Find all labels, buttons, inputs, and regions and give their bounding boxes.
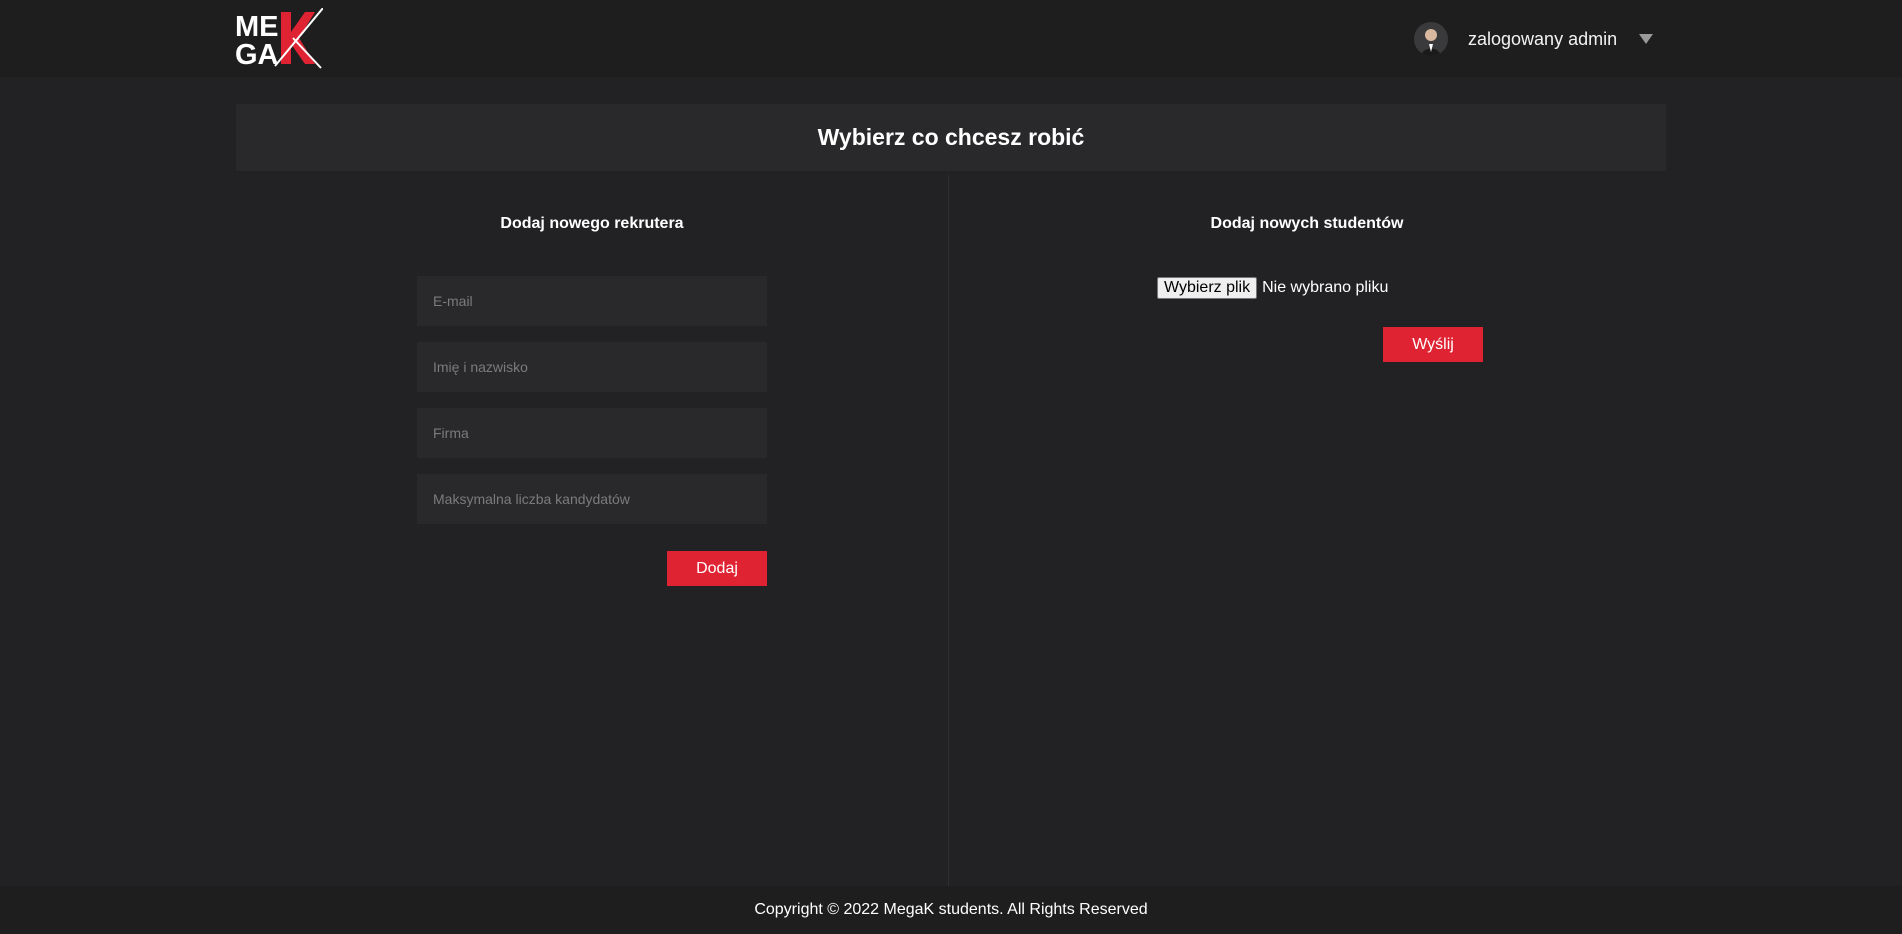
company-field[interactable] [417, 408, 767, 458]
recruiter-form-title: Dodaj nowego rekrutera [500, 215, 684, 232]
column-divider [948, 175, 949, 886]
user-name-label[interactable]: zalogowany admin [1468, 29, 1617, 50]
user-menu[interactable]: zalogowany admin [1414, 22, 1654, 56]
page-title-box: Wybierz co chcesz robić [236, 104, 1666, 171]
email-field[interactable] [417, 276, 767, 326]
add-recruiter-button[interactable]: Dodaj [667, 551, 767, 586]
send-students-button[interactable]: Wyślij [1383, 327, 1483, 362]
chevron-down-icon[interactable] [1639, 34, 1654, 44]
students-form-title: Dodaj nowych studentów [1210, 215, 1404, 232]
max-candidates-field[interactable] [417, 474, 767, 524]
svg-text:GA: GA [235, 39, 279, 70]
page-title: Wybierz co chcesz robić [817, 124, 1085, 150]
megak-logo[interactable]: ME GA [235, 8, 323, 70]
full-name-field[interactable] [417, 342, 767, 392]
file-status-text: Nie wybrano pliku [1262, 278, 1389, 296]
copyright-text: Copyright © 2022 MegaK students. All Rig… [754, 901, 1148, 918]
choose-file-button[interactable]: Wybierz plik [1157, 276, 1258, 299]
top-navbar: ME GA zalogowany admin [0, 0, 1902, 77]
footer: Copyright © 2022 MegaK students. All Rig… [0, 886, 1902, 934]
avatar[interactable] [1414, 22, 1448, 56]
file-upload: Wybierz plik Nie wybrano pliku [1157, 276, 1388, 299]
